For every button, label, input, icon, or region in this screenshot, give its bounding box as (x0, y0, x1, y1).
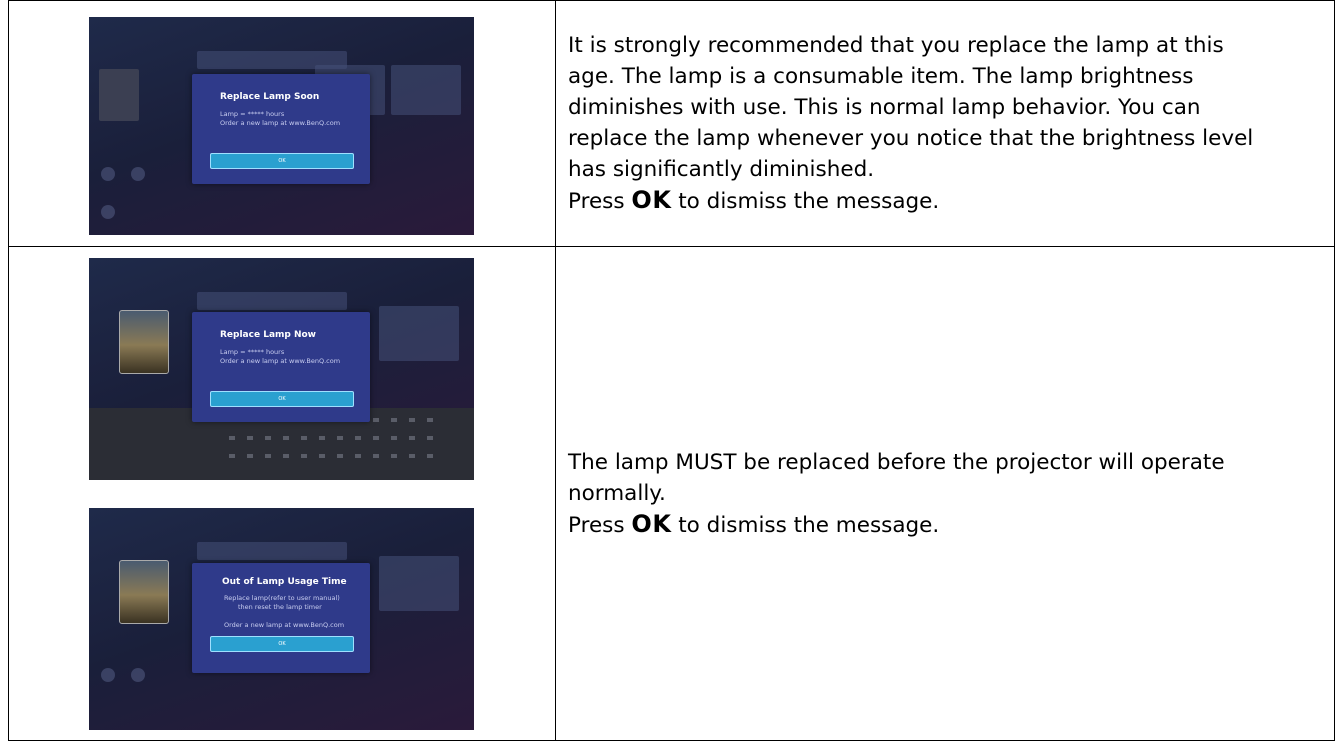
keyboard-key (427, 418, 433, 422)
dialog-ok-button[interactable]: OK (210, 636, 354, 652)
keyboard-key (409, 454, 415, 458)
dialog-line: Order a new lamp at www.BenQ.com (220, 119, 341, 127)
keyboard-key (409, 436, 415, 440)
description: The lamp MUST be replaced before the pro… (556, 447, 1334, 541)
thumbnail-image (119, 310, 169, 374)
dialog-title: Replace Lamp Soon (220, 92, 320, 102)
description-line: The lamp MUST be replaced before the pro… (568, 449, 1225, 475)
keyboard-key (301, 436, 307, 440)
dialog-line: Order a new lamp at www.BenQ.com (224, 621, 345, 629)
press-suffix: to dismiss the message. (671, 512, 940, 538)
background-icon (101, 205, 115, 219)
keyboard-key (391, 454, 397, 458)
dialog-line: Lamp = ***** hours (220, 348, 285, 356)
keyboard-key (229, 436, 235, 440)
press-prefix: Press (568, 512, 632, 538)
description: It is strongly recommended that you repl… (556, 30, 1334, 217)
description-cell: The lamp MUST be replaced before the pro… (555, 246, 1335, 741)
table-row: Replace Lamp Now Lamp = ***** hours Orde… (8, 246, 1335, 741)
background-card (379, 306, 459, 361)
lamp-dialog: Out of Lamp Usage Time Replace lamp(refe… (192, 563, 370, 673)
press-prefix: Press (568, 189, 632, 214)
background-icon (131, 668, 145, 682)
thumbnail-image (119, 560, 169, 624)
keyboard-key (355, 436, 361, 440)
keyboard-key (373, 454, 379, 458)
background-icon (101, 167, 115, 181)
replace-lamp-now-screenshot: Replace Lamp Now Lamp = ***** hours Orde… (89, 258, 474, 480)
description-line: age. The lamp is a consumable item. The … (568, 64, 1194, 89)
keyboard-key (283, 454, 289, 458)
lamp-dialog: Replace Lamp Soon Lamp = ***** hours Ord… (192, 74, 370, 184)
dialog-ok-button[interactable]: OK (210, 153, 354, 169)
keyboard-key (391, 436, 397, 440)
dialog-line: Lamp = ***** hours (220, 110, 285, 118)
screenshot-cell: Replace Lamp Soon Lamp = ***** hours Ord… (8, 0, 556, 247)
keyboard-key (265, 436, 271, 440)
dialog-ok-button[interactable]: OK (210, 391, 354, 407)
background-panel (197, 542, 347, 560)
dialog-line: Replace lamp(refer to user manual) (224, 594, 340, 602)
keyboard-key (391, 418, 397, 422)
dialog-title: Replace Lamp Now (220, 330, 316, 340)
table-row: Replace Lamp Soon Lamp = ***** hours Ord… (8, 0, 1335, 247)
screenshot-cell: Replace Lamp Now Lamp = ***** hours Orde… (8, 246, 556, 741)
keyboard-key (409, 418, 415, 422)
press-ok-instruction: Press OK to dismiss the message. (568, 185, 1322, 217)
dialog-title: Out of Lamp Usage Time (222, 577, 347, 587)
dialog-line: Order a new lamp at www.BenQ.com (220, 357, 341, 365)
keyboard-key (319, 454, 325, 458)
keyboard-key (355, 454, 361, 458)
keyboard-key (301, 454, 307, 458)
keyboard-key (427, 454, 433, 458)
description-line: normally. (568, 480, 666, 506)
description-line: It is strongly recommended that you repl… (568, 33, 1224, 58)
keyboard-key (373, 418, 379, 422)
press-suffix: to dismiss the message. (671, 189, 940, 214)
keyboard-key (373, 436, 379, 440)
keyboard-key (247, 454, 253, 458)
keyboard-key (283, 436, 289, 440)
keyboard-key (319, 436, 325, 440)
keyboard-key (247, 436, 253, 440)
keyboard-key (427, 436, 433, 440)
keyboard-key (337, 436, 343, 440)
ok-key-label: OK (631, 186, 672, 214)
ok-key-label: OK (631, 509, 672, 538)
description-cell: It is strongly recommended that you repl… (555, 0, 1335, 247)
dialog-line: then reset the lamp timer (238, 603, 322, 611)
lamp-message-table: Replace Lamp Soon Lamp = ***** hours Ord… (8, 0, 1335, 741)
background-card (379, 556, 459, 611)
keyboard-key (265, 454, 271, 458)
description-line: diminishes with use. This is normal lamp… (568, 95, 1201, 120)
projector-image (99, 69, 139, 121)
description-line: replace the lamp whenever you notice tha… (568, 126, 1254, 151)
replace-lamp-soon-screenshot: Replace Lamp Soon Lamp = ***** hours Ord… (89, 17, 474, 235)
background-card (391, 65, 461, 115)
out-of-lamp-usage-screenshot: Out of Lamp Usage Time Replace lamp(refe… (89, 508, 474, 730)
description-line: has significantly diminished. (568, 157, 875, 182)
background-panel (197, 292, 347, 310)
keyboard-key (229, 454, 235, 458)
background-icon (101, 668, 115, 682)
keyboard-key (337, 454, 343, 458)
background-icon (131, 167, 145, 181)
press-ok-instruction: Press OK to dismiss the message. (568, 509, 1322, 541)
lamp-dialog: Replace Lamp Now Lamp = ***** hours Orde… (192, 312, 370, 422)
